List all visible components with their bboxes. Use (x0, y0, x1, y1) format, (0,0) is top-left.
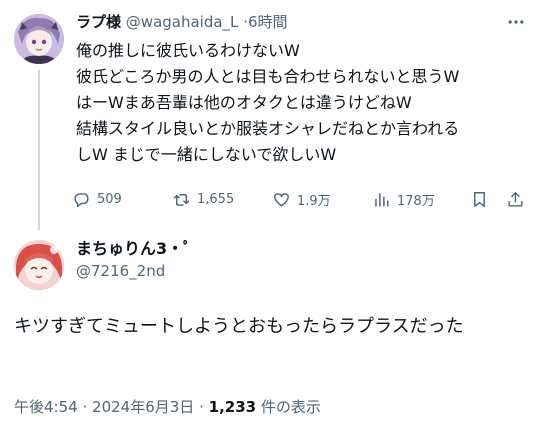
handle[interactable]: @wagahaida_L (126, 13, 239, 31)
thread-line (38, 70, 40, 230)
views-label: 件の表示 (260, 398, 321, 416)
reply-count: 509 (97, 191, 122, 207)
reply-header: まちゅりん3・ﾟ @7216_2nd (76, 238, 191, 282)
retweet-icon (173, 193, 190, 206)
reply-button[interactable]: 509 (72, 186, 122, 212)
timestamp[interactable]: 午後4:54 (14, 398, 78, 416)
action-bar: 509 1,655 1.9万 178万 (72, 186, 532, 212)
retweet-count: 1,655 (197, 191, 235, 207)
date[interactable]: 2024年6月3日 (92, 398, 194, 416)
views-count: 1,233 (208, 398, 257, 416)
like-button[interactable]: 1.9万 (272, 186, 331, 212)
views-count: 178万 (397, 193, 435, 209)
reply-icon (74, 192, 89, 207)
separator-dot: · (82, 398, 88, 416)
avatar-image (14, 14, 64, 64)
more-icon (508, 20, 524, 24)
tweet-text: 俺の推しに彼氏いるわけないW 彼氏どころか男の人とは目も合わせられないと思うW … (76, 38, 528, 168)
more-button[interactable] (504, 12, 528, 32)
tweet-text-line: 俺の推しに彼氏いるわけないW (76, 41, 300, 60)
display-name[interactable]: まちゅりん3・ﾟ (76, 238, 191, 260)
tweet-meta: 午後4:54 · 2024年6月3日 · 1,233 件の表示 (14, 396, 321, 417)
share-icon (508, 191, 523, 207)
tweet-text-line: 結構スタイル良いとか服装オシャレだねとか言われる (76, 119, 460, 138)
tweet-text-line: 彼氏どころか男の人とは目も合わせられないと思うW (76, 67, 460, 86)
tweet-text-line: はーWまあ吾輩は他のオタクとは違うけどねW (76, 93, 412, 112)
bookmark-icon (474, 191, 485, 207)
bookmark-button[interactable] (470, 186, 495, 212)
timestamp[interactable]: 6時間 (248, 13, 288, 31)
share-button[interactable] (506, 186, 531, 212)
avatar[interactable] (14, 240, 64, 290)
tweet-header: ラプ様 @wagahaida_L ·6時間 (76, 12, 288, 32)
parent-tweet[interactable]: ラプ様 @wagahaida_L ·6時間 俺の推しに彼氏いるわけないW 彼氏ど… (0, 0, 540, 230)
like-count: 1.9万 (297, 193, 331, 209)
tweet-text-line: しW まじで一緒にしないで欲しいW (76, 145, 337, 164)
retweet-button[interactable]: 1,655 (172, 186, 234, 212)
reply-text: キツすぎてミュートしようとおもったらラプラスだった (14, 316, 464, 337)
avatar[interactable] (14, 14, 64, 64)
handle[interactable]: @7216_2nd (76, 260, 191, 282)
avatar-image (14, 240, 64, 290)
display-name[interactable]: ラプ様 (76, 13, 121, 31)
separator-dot: · (199, 398, 204, 416)
views-icon (375, 192, 389, 207)
views-button[interactable]: 178万 (372, 186, 435, 212)
heart-icon (274, 192, 289, 207)
